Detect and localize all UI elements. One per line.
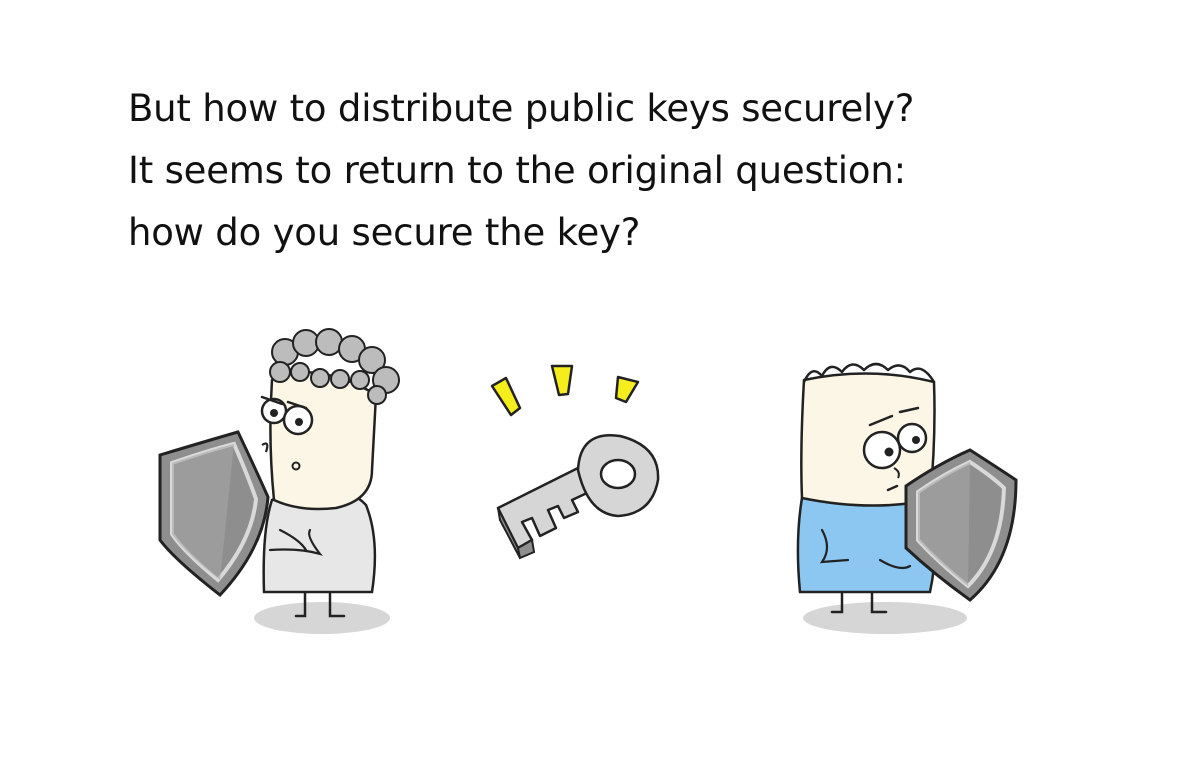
spark-marks [490, 364, 640, 417]
right-character [796, 362, 1018, 634]
key-bow-hole [599, 458, 637, 490]
spark-left [490, 376, 522, 417]
comic-panel: But how to distribute public keys secure… [0, 0, 1181, 768]
key-icon [496, 433, 660, 560]
left-ground-shadow [254, 602, 390, 634]
illustration [158, 328, 1018, 634]
right-ground-shadow [803, 602, 967, 634]
left-character [158, 328, 400, 634]
left-head [269, 370, 378, 511]
spark-middle [550, 364, 574, 397]
left-mouth [261, 442, 269, 453]
spark-right [614, 375, 640, 404]
